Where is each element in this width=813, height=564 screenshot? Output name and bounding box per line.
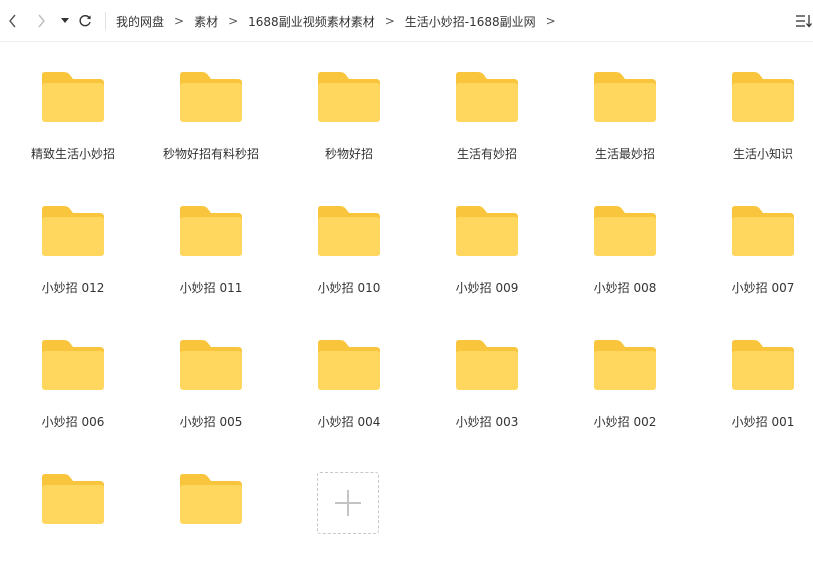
folder-icon: [318, 340, 380, 392]
folder-label: 小妙招 009: [455, 281, 519, 295]
folder-item[interactable]: 小妙招 005: [138, 310, 276, 430]
folder-item[interactable]: 小妙招 003: [414, 310, 552, 430]
folder-icon: [594, 206, 656, 258]
folder-label: 小妙招 003: [455, 415, 519, 429]
list-sort-icon: [796, 15, 812, 28]
folder-item[interactable]: 小妙招 012: [0, 176, 138, 296]
folder-label: 小妙招 011: [179, 281, 243, 295]
folder-item[interactable]: 生活最妙招: [552, 42, 690, 162]
folder-label: 小妙招 004: [317, 415, 381, 429]
chevron-right-icon: [38, 14, 45, 28]
folder-label: 精致生活小妙招: [30, 147, 115, 161]
folder-item[interactable]: 小妙招 001: [690, 310, 813, 430]
folder-icon: [456, 340, 518, 392]
folder-label: 小妙招 001: [731, 415, 795, 429]
folder-item[interactable]: 秒物好招: [276, 42, 414, 162]
back-button[interactable]: [4, 11, 22, 31]
folder-item[interactable]: 生活小知识: [690, 42, 813, 162]
folder-item[interactable]: [138, 444, 276, 564]
folder-label: 秒物好招: [324, 147, 373, 161]
folder-label: 小妙招 012: [41, 281, 105, 295]
folder-icon: [456, 72, 518, 124]
folder-icon: [180, 72, 242, 124]
folder-item[interactable]: 小妙招 004: [276, 310, 414, 430]
folder-label: 生活小知识: [732, 147, 793, 161]
folder-label: 生活最妙招: [594, 147, 655, 161]
folder-icon: [42, 206, 104, 258]
folder-item[interactable]: [0, 444, 138, 564]
add-folder-button[interactable]: [317, 472, 379, 534]
folder-item[interactable]: 小妙招 010: [276, 176, 414, 296]
breadcrumb-separator: >: [384, 14, 395, 28]
breadcrumb: 我的网盘 > 素材 > 1688副业视频素材素材 > 生活小妙招-1688副业网…: [116, 0, 566, 42]
folder-item[interactable]: 小妙招 008: [552, 176, 690, 296]
folder-item[interactable]: 生活有妙招: [414, 42, 552, 162]
folder-icon: [732, 206, 794, 258]
folder-icon: [42, 474, 104, 526]
toolbar: 我的网盘 > 素材 > 1688副业视频素材素材 > 生活小妙招-1688副业网…: [0, 0, 813, 42]
folder-icon: [594, 72, 656, 124]
folder-icon: [732, 340, 794, 392]
folder-label: 小妙招 006: [41, 415, 105, 429]
folder-icon: [180, 474, 242, 526]
forward-button[interactable]: [32, 11, 50, 31]
breadcrumb-separator: >: [228, 14, 239, 28]
breadcrumb-item-video-materials[interactable]: 1688副业视频素材素材: [248, 13, 375, 30]
folder-icon: [318, 206, 380, 258]
folder-label: 小妙招 010: [317, 281, 381, 295]
folder-icon: [180, 206, 242, 258]
breadcrumb-item-my-drive[interactable]: 我的网盘: [116, 13, 164, 30]
folder-label: 小妙招 008: [593, 281, 657, 295]
chevron-left-icon: [9, 14, 16, 28]
folder-item[interactable]: 精致生活小妙招: [0, 42, 138, 162]
folder-icon: [732, 72, 794, 124]
folder-item[interactable]: 小妙招 009: [414, 176, 552, 296]
breadcrumb-item-materials[interactable]: 素材: [194, 13, 218, 30]
folder-item[interactable]: 小妙招 007: [690, 176, 813, 296]
toolbar-divider: [105, 12, 106, 30]
breadcrumb-separator: >: [545, 14, 556, 28]
plus-icon: [335, 490, 361, 516]
caret-down-icon: [61, 18, 69, 23]
folder-icon: [456, 206, 518, 258]
folder-icon: [42, 72, 104, 124]
folder-item[interactable]: 小妙招 011: [138, 176, 276, 296]
history-dropdown-button[interactable]: [56, 11, 74, 31]
folder-label: 小妙招 007: [731, 281, 795, 295]
refresh-icon: [79, 15, 91, 27]
folder-label: 生活有妙招: [456, 147, 517, 161]
view-mode-button[interactable]: [795, 12, 813, 30]
breadcrumb-separator: >: [174, 14, 185, 28]
folder-item[interactable]: 小妙招 002: [552, 310, 690, 430]
folder-icon: [594, 340, 656, 392]
refresh-button[interactable]: [76, 11, 94, 31]
folder-label: 秒物好招有料秒招: [162, 147, 259, 161]
folder-item[interactable]: 小妙招 006: [0, 310, 138, 430]
folder-icon: [180, 340, 242, 392]
folder-label: 小妙招 005: [179, 415, 243, 429]
folder-label: 小妙招 002: [593, 415, 657, 429]
folder-icon: [318, 72, 380, 124]
breadcrumb-item-life-tips[interactable]: 生活小妙招-1688副业网: [405, 13, 536, 30]
folder-item[interactable]: 秒物好招有料秒招: [138, 42, 276, 162]
folder-icon: [42, 340, 104, 392]
